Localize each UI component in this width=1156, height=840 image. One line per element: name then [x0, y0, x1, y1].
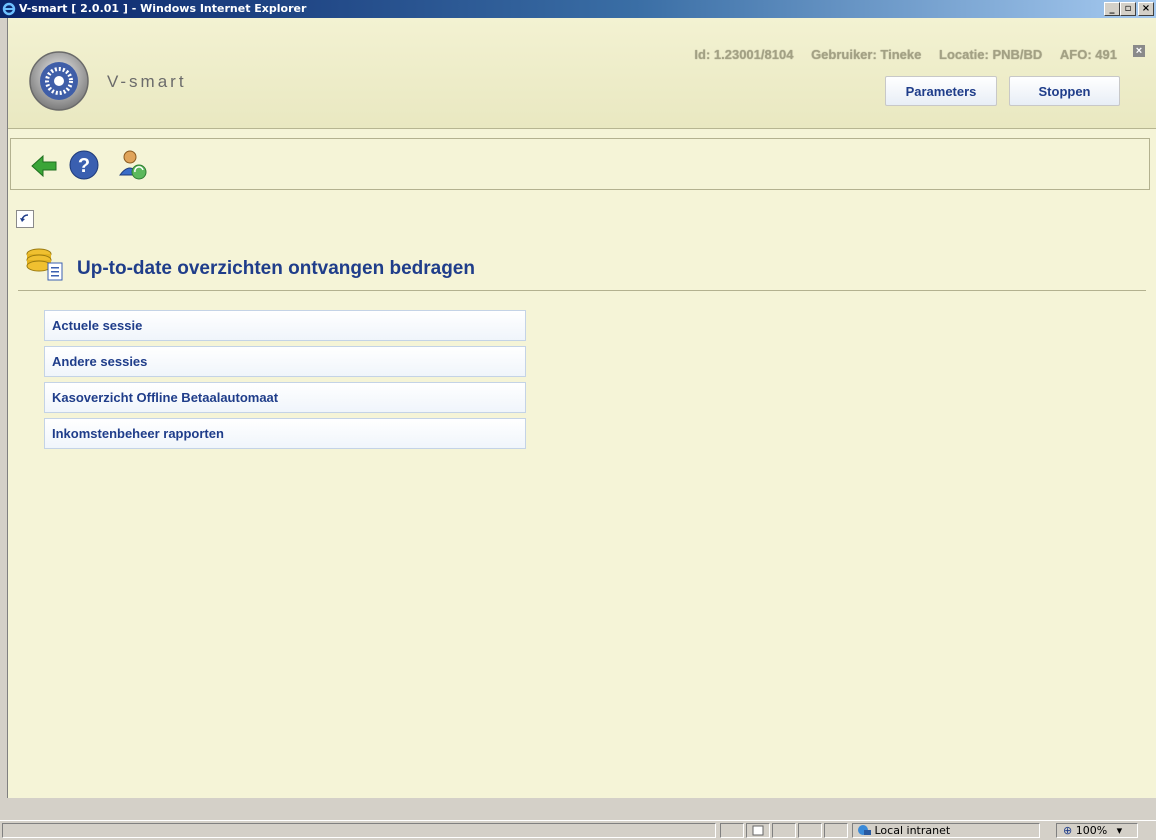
menu-list: Actuele sessie Andere sessies Kasoverzic…: [44, 310, 526, 454]
zone-label: Local intranet: [874, 824, 951, 837]
window-titlebar: V-smart [ 2.0.01 ] - Windows Internet Ex…: [0, 0, 1156, 18]
zoom-level: 100%: [1075, 824, 1108, 837]
chevron-down-icon[interactable]: ▾: [1117, 824, 1123, 837]
menu-item-kasoverzicht-offline[interactable]: Kasoverzicht Offline Betaalautomaat: [44, 382, 526, 413]
status-cell: [798, 823, 822, 838]
status-text: [2, 823, 716, 838]
app-header: V-smart Id: 1.23001/8104 Gebruiker: Tine…: [8, 18, 1156, 129]
intranet-icon: [858, 825, 871, 835]
back-arrow-icon[interactable]: [29, 151, 59, 181]
status-bar: Local intranet ⊕ 100% ▾: [0, 820, 1156, 840]
maximize-button[interactable]: ▫: [1120, 2, 1136, 16]
user-switch-icon[interactable]: [117, 149, 149, 181]
minimize-button[interactable]: _: [1104, 2, 1120, 16]
session-location: Locatie: PNB/BD: [939, 47, 1043, 62]
parameters-button[interactable]: Parameters: [885, 76, 997, 106]
menu-item-inkomstenbeheer[interactable]: Inkomstenbeheer rapporten: [44, 418, 526, 449]
title-divider: [18, 290, 1146, 291]
vsmart-logo-icon: [29, 51, 89, 111]
status-cell: [720, 823, 744, 838]
status-cell: [772, 823, 796, 838]
zoom-control[interactable]: ⊕ 100% ▾: [1056, 823, 1138, 838]
help-icon[interactable]: ?: [68, 149, 100, 181]
session-afo: AFO: 491: [1059, 47, 1117, 62]
coins-report-icon: [26, 248, 63, 281]
page-title: Up-to-date overzichten ontvangen bedrage…: [77, 258, 475, 279]
menu-item-actuele-sessie[interactable]: Actuele sessie: [44, 310, 526, 341]
close-button[interactable]: ×: [1138, 2, 1154, 16]
brand-name: V-smart: [107, 72, 187, 91]
zoom-icon: ⊕: [1063, 824, 1073, 837]
ie-icon: [2, 2, 16, 16]
session-user: Gebruiker: Tineke: [811, 47, 922, 62]
svg-text:?: ?: [78, 155, 90, 177]
app-frame: V-smart Id: 1.23001/8104 Gebruiker: Tine…: [7, 18, 1156, 798]
restore-view-button[interactable]: [16, 210, 34, 228]
page-icon: [746, 823, 770, 838]
session-id: Id: 1.23001/8104: [694, 47, 794, 62]
menu-item-andere-sessies[interactable]: Andere sessies: [44, 346, 526, 377]
toolbar: ?: [10, 138, 1150, 190]
window-title: V-smart [ 2.0.01 ] - Windows Internet Ex…: [19, 2, 307, 15]
stop-button[interactable]: Stoppen: [1009, 76, 1120, 106]
session-info: Id: 1.23001/8104 Gebruiker: Tineke Locat…: [680, 47, 1117, 62]
undo-icon: [20, 214, 29, 222]
status-cell: [824, 823, 848, 838]
close-session-icon[interactable]: ×: [1133, 45, 1145, 57]
zone-indicator: Local intranet: [852, 823, 1040, 838]
